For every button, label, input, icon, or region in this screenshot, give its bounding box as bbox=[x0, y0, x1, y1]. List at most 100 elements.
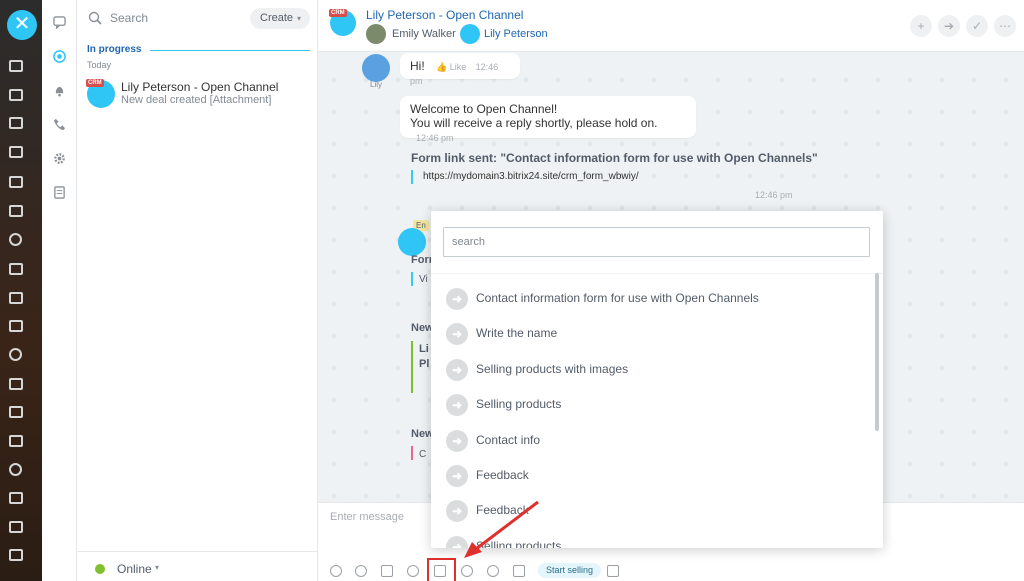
message-text: You will receive a reply shortly, please… bbox=[410, 116, 658, 130]
divider bbox=[431, 273, 883, 274]
list-item[interactable]: ➜ Feedback bbox=[431, 458, 883, 493]
target-icon[interactable] bbox=[9, 348, 22, 361]
open-lines-icon[interactable] bbox=[53, 50, 66, 63]
scrollbar[interactable] bbox=[875, 273, 879, 431]
mail-icon[interactable] bbox=[9, 263, 23, 275]
system-message-title: Form link sent: "Contact information for… bbox=[411, 151, 818, 165]
chat-preview: New deal created [Attachment] bbox=[121, 94, 272, 106]
create-button[interactable]: Create bbox=[250, 8, 310, 29]
tasks-icon[interactable] bbox=[9, 89, 23, 101]
avatar[interactable] bbox=[366, 24, 386, 44]
groups-icon[interactable] bbox=[9, 146, 23, 158]
message-text: Welcome to Open Channel! bbox=[410, 102, 558, 116]
calendar-icon[interactable] bbox=[9, 549, 23, 561]
list-item-label: Write the name bbox=[476, 326, 558, 341]
store-icon[interactable] bbox=[9, 435, 23, 447]
like-button[interactable]: 👍 Like bbox=[436, 62, 466, 72]
command-icon[interactable] bbox=[381, 565, 393, 577]
crm-icon[interactable] bbox=[9, 176, 23, 188]
emoji-icon[interactable] bbox=[407, 565, 419, 577]
sender-name: Lily bbox=[370, 80, 383, 89]
list-item[interactable]: ➜ Write the name bbox=[431, 316, 883, 351]
more-icon[interactable]: ⋯ bbox=[994, 15, 1016, 37]
list-item[interactable]: CRM Lily Peterson - Open Channel New dea… bbox=[77, 76, 318, 112]
online-status-icon bbox=[95, 564, 105, 574]
message-text: Hi! bbox=[410, 59, 425, 73]
search-input[interactable]: Search bbox=[110, 11, 148, 25]
search-icon bbox=[88, 11, 102, 25]
document-icon[interactable] bbox=[9, 521, 23, 533]
check-icon[interactable]: ✓ bbox=[966, 15, 988, 37]
highlight-box bbox=[427, 558, 456, 581]
user-icon[interactable] bbox=[355, 565, 367, 577]
participant-name[interactable]: Lily Peterson bbox=[484, 28, 548, 40]
open-lines-icon bbox=[398, 228, 426, 256]
messenger-nav bbox=[42, 0, 77, 581]
list-item-label: Feedback bbox=[476, 467, 529, 482]
quote-bar bbox=[411, 446, 413, 460]
arrow-right-icon: ➜ bbox=[446, 429, 468, 452]
attach-icon[interactable] bbox=[330, 565, 342, 577]
list-item-label: Contact info bbox=[476, 432, 541, 447]
clock-icon[interactable] bbox=[9, 233, 22, 246]
message-input[interactable]: Enter message bbox=[330, 511, 404, 523]
chat-title[interactable]: Lily Peterson - Open Channel bbox=[366, 8, 523, 22]
start-selling-button[interactable]: Start selling bbox=[538, 563, 602, 578]
message-time: 12:46 pm bbox=[416, 133, 454, 143]
status-selector[interactable]: Online ▾ bbox=[77, 551, 318, 581]
arrow-right-icon: ➜ bbox=[446, 323, 468, 346]
date-group-label: Today bbox=[87, 60, 112, 70]
quote-bar bbox=[411, 272, 413, 286]
forward-icon[interactable]: ➔ bbox=[938, 15, 960, 37]
chat-icon[interactable] bbox=[9, 117, 23, 129]
phone-icon[interactable] bbox=[53, 118, 66, 131]
hide-icon[interactable] bbox=[461, 565, 473, 577]
message-text: Pl bbox=[419, 358, 430, 370]
gear-icon[interactable] bbox=[53, 152, 66, 165]
crm-badge: CRM bbox=[329, 9, 347, 17]
contact-center-icon[interactable] bbox=[9, 205, 23, 217]
filter-icon[interactable] bbox=[9, 320, 23, 332]
dropdown-search[interactable] bbox=[443, 227, 870, 257]
cart-icon[interactable] bbox=[9, 378, 23, 390]
form-link[interactable]: https://mydomain3.bitrix24.site/crm_form… bbox=[411, 170, 639, 184]
list-item[interactable]: ➜ Selling products bbox=[431, 387, 883, 422]
arrow-right-icon: ➜ bbox=[446, 394, 468, 417]
avatar[interactable] bbox=[460, 24, 480, 44]
apps-icon[interactable] bbox=[9, 406, 23, 418]
section-divider bbox=[150, 50, 310, 51]
chat-header: CRM Lily Peterson - Open Channel Emily W… bbox=[318, 0, 1024, 52]
list-item[interactable]: ➜ Selling products with images bbox=[431, 352, 883, 387]
file-icon[interactable] bbox=[513, 565, 525, 577]
avatar[interactable] bbox=[362, 54, 390, 82]
annotation-arrow-icon bbox=[464, 500, 539, 558]
currency-icon[interactable] bbox=[487, 565, 499, 577]
sites-icon[interactable] bbox=[9, 292, 23, 304]
dropdown-search-input[interactable] bbox=[444, 228, 869, 256]
list-item-label: Selling products bbox=[476, 397, 562, 412]
add-user-icon[interactable]: + bbox=[910, 15, 932, 37]
section-heading: In progress bbox=[87, 44, 142, 55]
chat-name: Lily Peterson - Open Channel bbox=[121, 80, 279, 94]
message-time: 12:46 pm bbox=[755, 190, 793, 200]
arrow-right-icon: ➜ bbox=[446, 358, 468, 381]
message-bubble: Hi! 👍 Like 12:46 pm bbox=[400, 53, 520, 86]
message-bubble: Welcome to Open Channel! You will receiv… bbox=[400, 96, 696, 143]
notes-icon[interactable] bbox=[53, 186, 66, 199]
drive-icon[interactable] bbox=[9, 492, 23, 504]
chat-search[interactable]: Search bbox=[87, 8, 247, 28]
chat-list-panel: Search Create In progress Today CRM Lily… bbox=[77, 0, 318, 581]
close-icon[interactable]: ✕ bbox=[7, 10, 37, 40]
participant-name[interactable]: Emily Walker bbox=[392, 28, 456, 40]
bell-icon[interactable] bbox=[53, 84, 66, 97]
list-item-label: Selling products with images bbox=[476, 361, 629, 376]
list-item[interactable]: ➜ Contact information form for use with O… bbox=[431, 281, 883, 316]
feed-icon[interactable] bbox=[9, 60, 23, 72]
phone-icon[interactable] bbox=[9, 463, 22, 476]
messages-icon[interactable] bbox=[53, 16, 66, 29]
screen-icon[interactable] bbox=[607, 565, 619, 577]
list-item[interactable]: ➜ Contact info bbox=[431, 423, 883, 458]
chevron-down-icon: ▾ bbox=[155, 563, 160, 572]
message-text: C bbox=[419, 449, 427, 460]
arrow-right-icon: ➜ bbox=[446, 464, 468, 487]
